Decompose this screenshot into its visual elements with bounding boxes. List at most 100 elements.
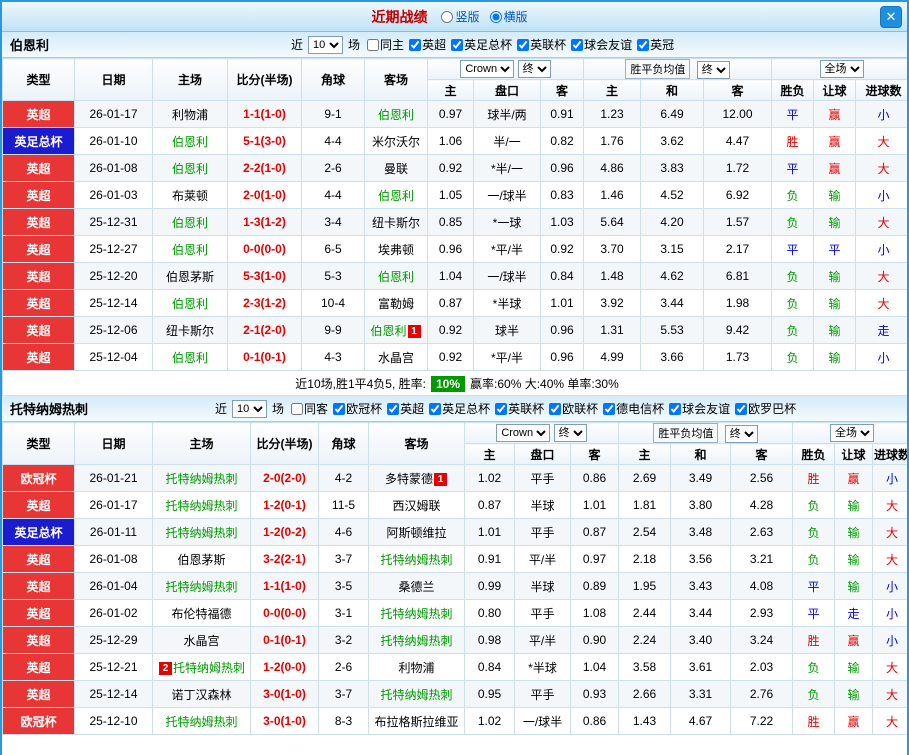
league-filter[interactable]: 欧罗巴杯 [735, 400, 796, 417]
match-row: 英超 25-12-29 水晶宫 0-1(0-1) 3-2 托特纳姆热刺 0.98… [2, 626, 907, 654]
league-filter[interactable]: 德电信杯 [603, 400, 664, 417]
same-venue-filter[interactable]: 同客 [291, 400, 328, 417]
league-filter[interactable]: 英冠 [637, 36, 674, 53]
away-team-name: 托特纳姆热刺 [380, 552, 453, 567]
avg-draw-cell: 3.40 [670, 626, 732, 654]
league-filter[interactable]: 欧冠杯 [333, 400, 382, 417]
odds-away-cell: 0.82 [539, 127, 585, 155]
col-corners: 角球 [301, 58, 365, 101]
league-filter[interactable]: 球会友谊 [669, 400, 730, 417]
layout-vertical-radio[interactable] [441, 10, 454, 23]
avg-away-cell: 3.24 [730, 626, 794, 654]
avg-final-select[interactable]: 终 [696, 61, 730, 79]
league-checkbox[interactable] [571, 38, 584, 51]
col-home: 主场 [152, 422, 251, 465]
league-checkbox[interactable] [603, 402, 616, 415]
league-filter[interactable]: 英足总杯 [451, 36, 512, 53]
close-icon[interactable]: ✕ [880, 6, 902, 28]
avg-away-cell: 1.73 [703, 343, 773, 371]
score-cell: 2-1(2-0) [227, 316, 302, 344]
scope-select[interactable]: 全场 [830, 424, 875, 442]
away-team-name: 利物浦 [398, 660, 435, 675]
odds-away-cell: 1.08 [569, 599, 620, 627]
odds-source-select[interactable]: Crown [496, 424, 551, 442]
avg-controls: 胜平负均值 终 [618, 422, 794, 444]
league-filter[interactable]: 英足总杯 [429, 400, 490, 417]
col-date: 日期 [74, 422, 153, 465]
league-checkbox[interactable] [669, 402, 682, 415]
layout-vertical-option[interactable]: 竖版 [441, 8, 480, 25]
avg-draw-cell: 3.48 [670, 518, 732, 546]
odds-away-cell: 0.89 [569, 572, 620, 600]
home-team-cell: 伯恩茅斯 [152, 545, 251, 573]
date-cell: 26-01-10 [74, 127, 153, 155]
avg-home-cell: 3.92 [583, 289, 642, 317]
rank-badge: 1 [434, 472, 447, 486]
handicap-result-cell: 输 [834, 545, 874, 573]
league-checkbox[interactable] [549, 402, 562, 415]
date-cell: 26-01-04 [74, 572, 153, 600]
handicap-result-cell: 赢 [834, 707, 874, 735]
recent-count-select[interactable]: 10 [232, 399, 268, 418]
league-checkbox[interactable] [451, 38, 464, 51]
recent-count-select[interactable]: 10 [308, 35, 344, 54]
odds-controls: Crown 终 [463, 422, 620, 444]
col-odds-home: 主 [464, 443, 515, 465]
league-filter[interactable]: 球会友谊 [571, 36, 632, 53]
league-filter[interactable]: 英联杯 [517, 36, 566, 53]
league-checkbox[interactable] [333, 402, 346, 415]
avg-away-cell: 4.08 [730, 572, 794, 600]
match-row: 英超 26-01-04 托特纳姆热刺 1-1(1-0) 3-5 桑德兰 0.99… [2, 572, 907, 600]
league-filter[interactable]: 欧联杯 [549, 400, 598, 417]
date-cell: 26-01-21 [74, 464, 153, 492]
odds-final-select[interactable]: 终 [517, 60, 551, 78]
home-team-cell: 利物浦 [152, 100, 228, 128]
avg-draw-cell: 4.67 [670, 707, 732, 735]
avg-final-select[interactable]: 终 [724, 425, 758, 443]
league-checkbox[interactable] [409, 38, 422, 51]
win-rate-badge: 10% [431, 375, 466, 392]
col-odds-away: 客 [539, 79, 585, 101]
handicap-cell: *平/半 [473, 235, 541, 263]
league-checkbox[interactable] [495, 402, 508, 415]
score-cell: 2-0(2-0) [250, 464, 319, 492]
league-filter-label: 球会友谊 [682, 402, 731, 416]
corners-cell: 3-7 [318, 680, 369, 708]
league-cell: 英超 [2, 181, 75, 209]
col-avg-draw: 和 [640, 79, 705, 101]
date-cell: 26-01-17 [74, 100, 153, 128]
odds-source-select[interactable]: Crown [460, 60, 515, 78]
same-venue-checkbox[interactable] [367, 38, 380, 51]
home-team-name: 托特纳姆热刺 [165, 579, 238, 594]
away-team-name: 曼联 [383, 161, 408, 176]
avg-home-cell: 1.23 [583, 100, 642, 128]
league-checkbox[interactable] [517, 38, 530, 51]
layout-horizontal-radio[interactable] [489, 10, 502, 23]
col-goals: 进球数 [855, 79, 907, 101]
league-checkbox[interactable] [637, 38, 650, 51]
league-checkbox[interactable] [387, 402, 400, 415]
games-label: 场 [272, 402, 285, 416]
league-filter[interactable]: 英联杯 [495, 400, 544, 417]
layout-horizontal-option[interactable]: 横版 [489, 8, 528, 25]
odds-final-select[interactable]: 终 [553, 424, 587, 442]
match-row: 欧冠杯 25-12-10 托特纳姆热刺 3-0(1-0) 8-3 布拉格斯拉维亚… [2, 707, 907, 735]
league-filter[interactable]: 英超 [409, 36, 446, 53]
league-checkbox[interactable] [735, 402, 748, 415]
league-cell: 英超 [2, 316, 75, 344]
same-venue-filter[interactable]: 同主 [367, 36, 404, 53]
same-venue-checkbox[interactable] [291, 402, 304, 415]
home-team-name: 托特纳姆热刺 [165, 525, 238, 540]
league-filter[interactable]: 英超 [387, 400, 424, 417]
filters-tottenham: 近 10 场 同客 欧冠杯 英超 英足总杯 英联杯 欧联杯 德电信杯 球会友谊 … [213, 399, 796, 418]
away-team-name: 西汉姆联 [392, 498, 441, 513]
col-corners: 角球 [318, 422, 369, 465]
goals-cell: 小 [855, 343, 907, 371]
team-section-header-tottenham: 托特纳姆热刺 近 10 场 同客 欧冠杯 英超 英足总杯 英联杯 欧联杯 德电信… [2, 396, 907, 422]
home-team-cell: 布莱顿 [152, 181, 228, 209]
league-checkbox[interactable] [429, 402, 442, 415]
corners-cell: 2-6 [318, 653, 369, 681]
avg-draw-cell: 3.83 [640, 154, 705, 182]
scope-select[interactable]: 全场 [819, 60, 864, 78]
odds-away-cell: 0.93 [569, 680, 620, 708]
